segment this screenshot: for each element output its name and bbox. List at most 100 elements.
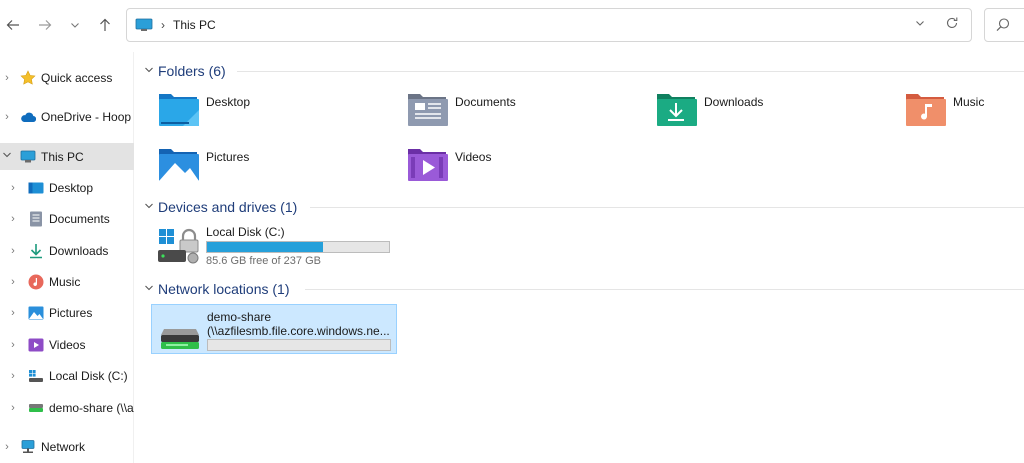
pictures-folder-icon <box>159 149 199 181</box>
arrow-right-icon <box>39 20 52 30</box>
drive-icon <box>158 228 199 264</box>
search-input[interactable] <box>984 8 1024 42</box>
chevron-right-icon[interactable]: › <box>8 307 18 319</box>
back-button[interactable] <box>2 14 24 36</box>
sidebar-item-music[interactable]: › Music <box>0 268 134 295</box>
chevron-right-icon[interactable]: › <box>8 370 18 382</box>
sidebar-item-desktop[interactable]: › Desktop <box>0 174 134 201</box>
forward-button[interactable] <box>34 14 56 36</box>
chevron-right-icon[interactable]: › <box>8 402 18 414</box>
network-drive-icon <box>28 400 44 416</box>
network-icon <box>20 439 36 455</box>
documents-icon <box>28 211 44 227</box>
videos-folder-icon <box>408 149 448 181</box>
group-title: Folders (6) <box>158 63 226 79</box>
chevron-right-icon[interactable]: › <box>8 339 18 351</box>
sidebar-item-label: Quick access <box>41 70 113 85</box>
refresh-button[interactable] <box>945 16 959 34</box>
address-location[interactable]: This PC <box>173 18 216 32</box>
documents-folder-icon <box>408 94 448 126</box>
sidebar-item-label: Network <box>41 439 86 454</box>
sidebar-item-label: Videos <box>49 337 86 352</box>
group-title: Network locations (1) <box>158 281 290 297</box>
folder-name: Pictures <box>206 150 250 164</box>
pictures-icon <box>28 305 44 321</box>
drive-free-space: 85.6 GB free of 237 GB <box>206 255 321 267</box>
chevron-down-icon <box>916 21 924 26</box>
desktop-icon <box>28 180 44 196</box>
sidebar-item-documents[interactable]: › Documents <box>0 205 134 232</box>
drive-usage-bar <box>207 339 391 351</box>
address-dropdown-button[interactable] <box>915 18 925 31</box>
refresh-icon <box>946 17 958 29</box>
sidebar-item-pictures[interactable]: › Pictures <box>0 299 134 326</box>
folder-name: Desktop <box>206 95 251 109</box>
sidebar-item-label: Local Disk (C:) <box>49 368 128 383</box>
chevron-right-icon[interactable]: › <box>8 276 18 288</box>
group-divider <box>310 206 1024 208</box>
chevron-down-icon[interactable] <box>2 150 12 163</box>
arrow-left-icon <box>6 20 19 30</box>
chevron-down-icon[interactable] <box>144 65 154 78</box>
arrow-up-icon <box>100 18 110 31</box>
cloud-icon <box>20 109 36 125</box>
address-bar[interactable]: › This PC <box>126 8 972 42</box>
videos-icon <box>28 337 44 353</box>
folder-name: Downloads <box>704 95 764 109</box>
group-title: Devices and drives (1) <box>158 199 298 215</box>
sidebar-item-this-pc[interactable]: This PC <box>0 143 134 170</box>
chevron-down-icon[interactable] <box>144 201 154 214</box>
folder-music[interactable]: Music <box>904 88 1022 132</box>
folder-name: Music <box>953 95 985 109</box>
sidebar-item-local-disk[interactable]: › Local Disk (C:) <box>0 362 134 389</box>
network-path: (\\azfilesmb.file.core.windows.ne... <box>207 324 390 338</box>
drive-name: demo-share <box>207 310 272 324</box>
folder-downloads[interactable]: Downloads <box>655 88 855 132</box>
chevron-right-icon[interactable]: › <box>2 72 12 84</box>
drive-usage-fill <box>207 242 323 252</box>
search-icon <box>996 18 1010 32</box>
sidebar-item-label: This PC <box>41 149 84 164</box>
music-icon <box>28 274 44 290</box>
sidebar-item-network[interactable]: › Network <box>0 433 134 460</box>
sidebar-item-label: Documents <box>49 211 110 226</box>
chevron-down-icon[interactable] <box>144 283 154 296</box>
group-divider <box>237 70 1024 72</box>
chevron-down-icon <box>71 23 79 28</box>
sidebar-item-label: Downloads <box>49 243 109 258</box>
folder-videos[interactable]: Videos <box>406 143 606 187</box>
chevron-right-icon[interactable]: › <box>2 111 12 123</box>
sidebar-item-videos[interactable]: › Videos <box>0 331 134 358</box>
sidebar-item-quick-access[interactable]: › Quick access <box>0 64 134 91</box>
folder-pictures[interactable]: Pictures <box>157 143 357 187</box>
sidebar-item-label: Music <box>49 274 81 289</box>
network-drive-icon <box>161 329 199 349</box>
chevron-right-icon[interactable]: › <box>2 441 12 453</box>
network-location-demo-share[interactable]: demo-share (\\azfilesmb.file.core.window… <box>151 304 397 354</box>
sidebar-item-demo-share[interactable]: › demo-share (\\a <box>0 394 134 421</box>
recent-locations-button[interactable] <box>64 14 86 36</box>
sidebar-item-label: OneDrive - Hoop <box>41 109 132 124</box>
download-icon <box>28 243 44 259</box>
up-button[interactable] <box>94 14 116 36</box>
chevron-right-icon[interactable]: › <box>8 182 18 194</box>
content-pane: Folders (6) Desktop Documents Downloads <box>135 52 1024 463</box>
chevron-right-icon[interactable]: › <box>8 213 18 225</box>
chevron-right-icon[interactable]: › <box>8 245 18 257</box>
sidebar-item-onedrive[interactable]: › OneDrive - Hoop <box>0 103 134 130</box>
drives-group-header[interactable]: Devices and drives (1) <box>135 196 1024 218</box>
drive-local-disk-c[interactable]: Local Disk (C:) 85.6 GB free of 237 GB <box>151 220 397 270</box>
downloads-folder-icon <box>657 94 697 126</box>
sidebar-item-label: demo-share (\\a <box>49 400 134 415</box>
folder-desktop[interactable]: Desktop <box>157 88 357 132</box>
folder-name: Videos <box>455 150 492 164</box>
star-icon <box>20 69 36 86</box>
sidebar-item-label: Pictures <box>49 305 93 320</box>
sidebar-item-downloads[interactable]: › Downloads <box>0 237 134 264</box>
navigation-pane: › Quick access › OneDrive - Hoop This PC… <box>0 52 134 463</box>
folder-documents[interactable]: Documents <box>406 88 606 132</box>
network-group-header[interactable]: Network locations (1) <box>135 278 1024 300</box>
folder-name: Documents <box>455 95 516 109</box>
folders-group-header[interactable]: Folders (6) <box>135 60 1024 82</box>
chevron-right-icon: › <box>161 18 165 32</box>
